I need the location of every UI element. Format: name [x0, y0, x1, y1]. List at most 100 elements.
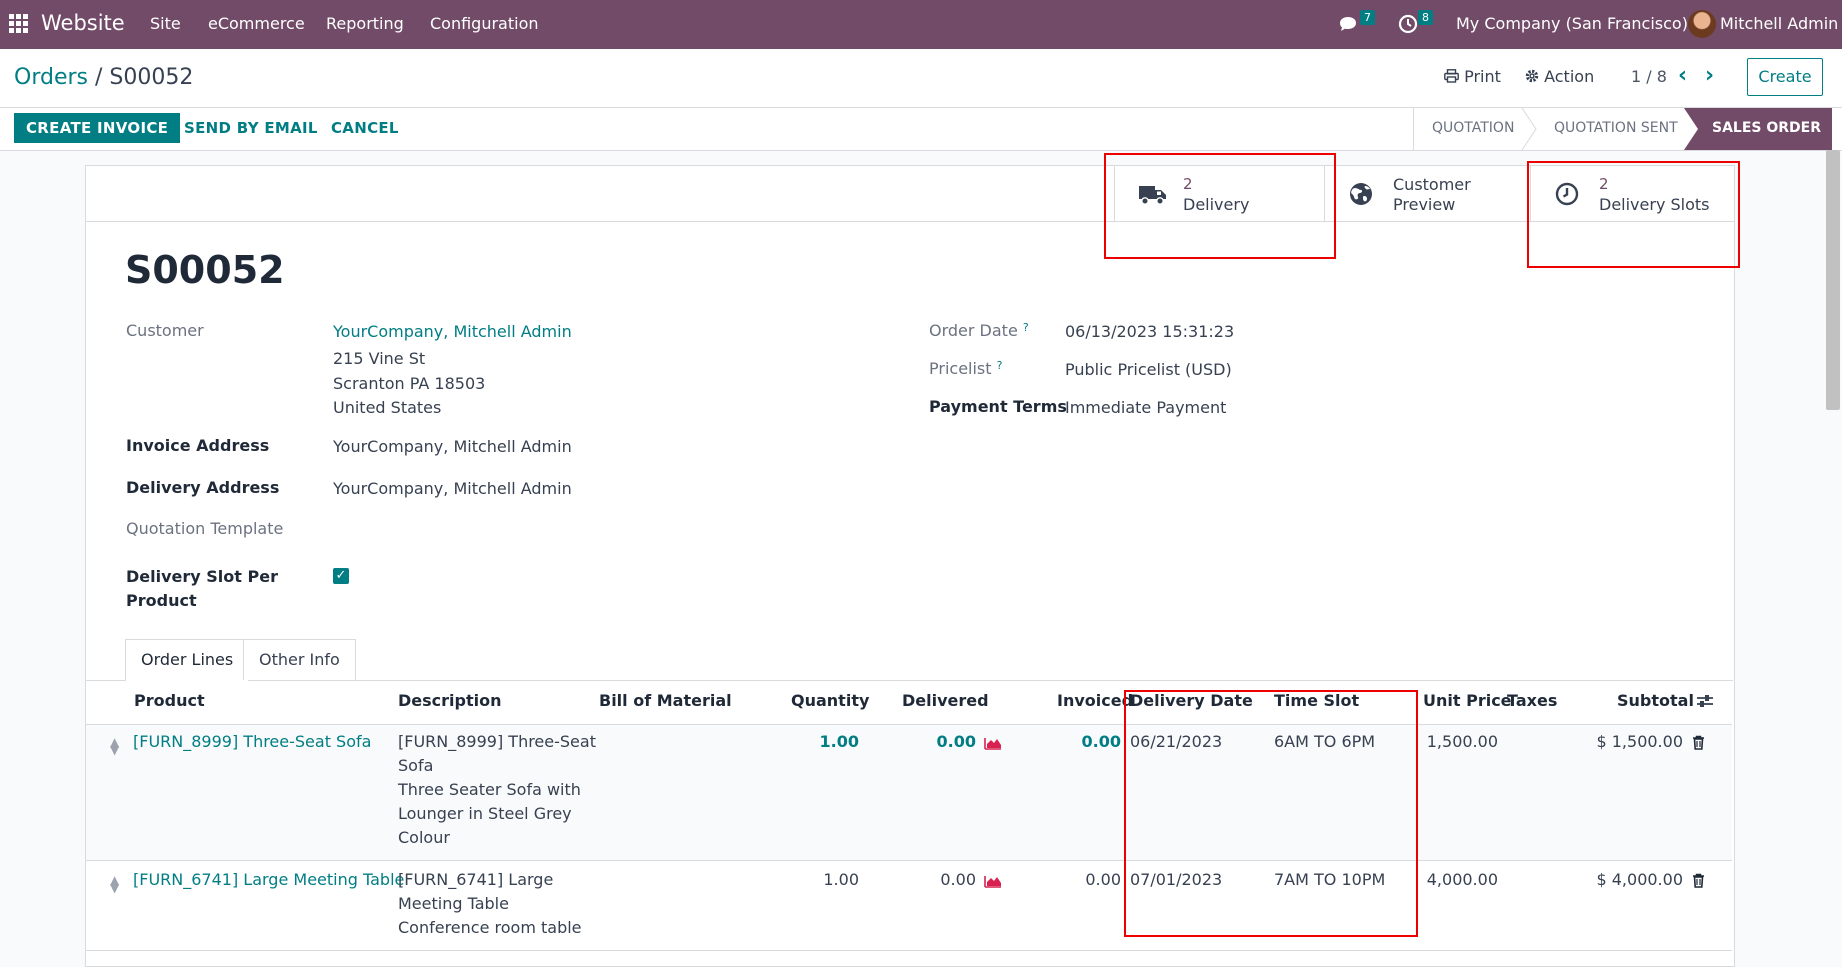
messages-count-badge: 7 — [1360, 10, 1375, 25]
row1-description-line2: Sofa — [398, 756, 434, 775]
row2-unit-price[interactable]: 4,000.00 — [1420, 868, 1498, 892]
control-panel: Orders / S00052 Print Action 1 / 8 ‹ › C… — [0, 49, 1842, 107]
delivery-slot-checkbox[interactable]: ✓ — [333, 568, 349, 584]
address-line3: United States — [333, 398, 442, 417]
col-unit-price[interactable]: Unit Price — [1423, 691, 1512, 710]
record-title: S00052 — [125, 248, 285, 292]
area-chart-icon[interactable] — [984, 874, 1002, 888]
statusbar: CREATE INVOICE SEND BY EMAIL CANCEL QUOT… — [0, 107, 1842, 151]
customer-label: Customer — [126, 321, 204, 340]
menu-site[interactable]: Site — [150, 14, 181, 33]
stage-sales-order[interactable]: SALES ORDER — [1684, 108, 1832, 150]
order-date-value[interactable]: 06/13/2023 15:31:23 — [1065, 322, 1234, 341]
col-description[interactable]: Description — [398, 691, 501, 710]
col-product[interactable]: Product — [134, 691, 205, 710]
pricelist-label: Pricelist ? — [929, 359, 1002, 378]
quotation-template-label: Quotation Template — [126, 519, 284, 538]
cancel-button[interactable]: CANCEL — [331, 119, 399, 137]
breadcrumb-current: S00052 — [109, 65, 194, 90]
company-switcher[interactable]: My Company (San Francisco) — [1456, 14, 1688, 33]
chat-icon[interactable] — [1338, 15, 1360, 34]
stage-quotation-sent[interactable]: QUOTATION SENT — [1554, 120, 1678, 136]
optional-columns-icon[interactable] — [1696, 692, 1714, 710]
row1-description-line5: Colour — [398, 828, 450, 847]
send-by-email-button[interactable]: SEND BY EMAIL — [184, 119, 318, 137]
pager-prev-icon[interactable]: ‹ — [1678, 63, 1687, 88]
customer-preview-label-line1: Customer — [1393, 175, 1471, 194]
delivery-address-label: Delivery Address — [126, 478, 280, 497]
app-name[interactable]: Website — [41, 11, 125, 35]
row-handle-icon[interactable]: ▲ ▼ — [110, 874, 119, 894]
stage-divider — [1413, 108, 1414, 150]
delivery-slot-per-product-label: Delivery Slot Per Product — [126, 565, 278, 613]
invoice-address-label: Invoice Address — [126, 436, 270, 455]
top-navbar: Website Site eCommerce Reporting Configu… — [0, 0, 1842, 49]
create-invoice-button[interactable]: CREATE INVOICE — [14, 113, 181, 143]
menu-ecommerce[interactable]: eCommerce — [208, 14, 305, 33]
customer-link[interactable]: YourCompany, Mitchell Admin — [333, 322, 572, 341]
menu-configuration[interactable]: Configuration — [430, 14, 539, 33]
row2-subtotal: $ 4,000.00 — [1596, 870, 1683, 889]
col-taxes[interactable]: Taxes — [1507, 691, 1557, 710]
pricelist-label-text: Pricelist — [929, 359, 992, 378]
row2-quantity[interactable]: 1.00 — [800, 868, 859, 892]
menu-reporting[interactable]: Reporting — [326, 14, 404, 33]
row-divider — [86, 860, 1732, 861]
globe-icon — [1350, 183, 1372, 205]
delivery-address-field[interactable]: YourCompany, Mitchell Admin — [333, 479, 572, 498]
row-handle-icon[interactable]: ▲ ▼ — [110, 736, 119, 756]
user-menu[interactable]: Mitchell Admin — [1720, 14, 1838, 33]
delivery-slot-label-line1: Delivery Slot Per — [126, 567, 278, 586]
breadcrumb-orders[interactable]: Orders — [14, 65, 88, 90]
order-date-label-text: Order Date — [929, 321, 1018, 340]
pricelist-help-icon[interactable]: ? — [997, 359, 1003, 372]
pricelist-value[interactable]: Public Pricelist (USD) — [1065, 360, 1232, 379]
action-button[interactable]: Action — [1525, 67, 1594, 86]
pager-value[interactable]: 1 / 8 — [1631, 67, 1667, 86]
print-button[interactable]: Print — [1444, 67, 1501, 86]
order-date-help-icon[interactable]: ? — [1023, 321, 1029, 334]
apps-grid-icon[interactable] — [9, 14, 28, 33]
payment-terms-value[interactable]: Immediate Payment — [1065, 398, 1226, 417]
gear-icon — [1525, 69, 1539, 83]
payment-terms-label: Payment Terms — [929, 397, 1067, 416]
breadcrumb: Orders / S00052 — [14, 65, 193, 90]
row2-invoiced[interactable]: 0.00 — [1060, 868, 1121, 892]
row2-product[interactable]: [FURN_6741] Large Meeting Table — [133, 868, 404, 892]
col-invoiced[interactable]: Invoiced — [1057, 691, 1133, 710]
row1-description-line3: Three Seater Sofa with — [398, 780, 581, 799]
page-scrollbar[interactable] — [1826, 150, 1840, 410]
tab-order-lines[interactable]: Order Lines — [125, 639, 250, 682]
row1-description-line1: [FURN_8999] Three-Seat — [398, 732, 596, 751]
tab-other-info[interactable]: Other Info — [243, 639, 356, 680]
address-line1: 215 Vine St — [333, 349, 426, 368]
clock-icon[interactable] — [1397, 13, 1419, 35]
col-subtotal[interactable]: Subtotal — [1617, 691, 1694, 710]
col-delivered[interactable]: Delivered — [902, 691, 989, 710]
trash-icon[interactable] — [1692, 873, 1705, 888]
row2-delivered[interactable]: 0.00 — [920, 868, 976, 892]
area-chart-icon[interactable] — [984, 736, 1002, 750]
invoice-address-field[interactable]: YourCompany, Mitchell Admin — [333, 437, 572, 456]
row1-quantity[interactable]: 1.00 — [800, 730, 859, 754]
trash-icon[interactable] — [1692, 735, 1705, 750]
row1-subtotal: $ 1,500.00 — [1596, 732, 1683, 751]
col-bill-of-material[interactable]: Bill of Material — [599, 691, 732, 710]
row-divider — [86, 950, 1732, 951]
order-date-label: Order Date ? — [929, 321, 1029, 340]
row1-unit-price[interactable]: 1,500.00 — [1420, 730, 1498, 754]
delivery-slot-label-line2: Product — [126, 591, 197, 610]
customer-preview-label-line2: Preview — [1393, 195, 1456, 214]
row1-product[interactable]: [FURN_8999] Three-Seat Sofa — [133, 730, 371, 754]
create-button[interactable]: Create — [1747, 58, 1823, 96]
highlight-delivery-slots — [1527, 161, 1740, 268]
stage-quotation[interactable]: QUOTATION — [1432, 120, 1514, 136]
customer-preview-smart-button[interactable]: Customer Preview — [1324, 166, 1531, 221]
avatar[interactable] — [1688, 10, 1716, 38]
action-label: Action — [1544, 67, 1595, 86]
col-quantity[interactable]: Quantity — [791, 691, 869, 710]
smart-button-box: 2 Delivery Customer Preview 2 Delivery S… — [86, 166, 1734, 222]
pager-next-icon[interactable]: › — [1705, 63, 1714, 88]
row1-delivered[interactable]: 0.00 — [920, 730, 976, 754]
row1-invoiced[interactable]: 0.00 — [1060, 730, 1121, 754]
